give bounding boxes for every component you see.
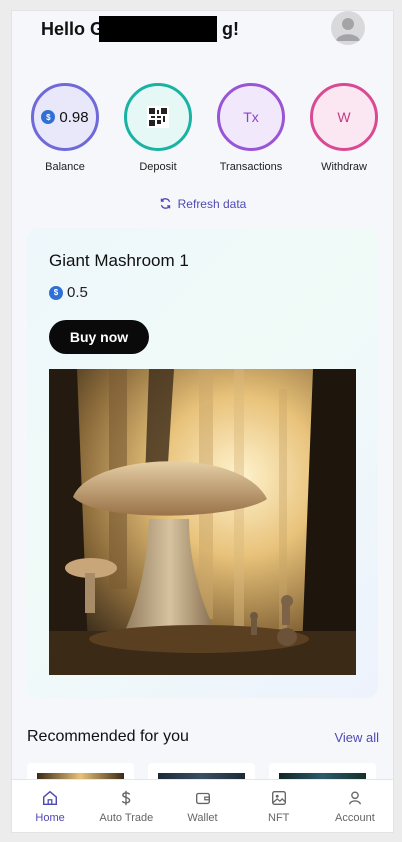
featured-nft-card: Giant Mashroom 1 $ 0.5 Buy now bbox=[27, 228, 378, 698]
deposit-action[interactable]: Deposit bbox=[120, 83, 196, 173]
transactions-action[interactable]: Tx Transactions bbox=[213, 83, 289, 173]
balance-action[interactable]: $ 0.98 Balance bbox=[27, 83, 103, 173]
withdraw-icon-text: W bbox=[337, 109, 351, 125]
balance-value: 0.98 bbox=[59, 108, 89, 126]
dollar-icon bbox=[122, 790, 131, 806]
redacted-name bbox=[99, 16, 217, 42]
view-all-link[interactable]: View all bbox=[334, 730, 379, 745]
quick-actions: $ 0.98 Balance Deposit Tx Transactions W… bbox=[27, 83, 387, 183]
home-icon bbox=[43, 790, 58, 806]
balance-label: Balance bbox=[45, 161, 85, 173]
buy-now-button[interactable]: Buy now bbox=[49, 320, 149, 354]
app-screen: Hello G g! $ 0.98 Balance Deposit Tx Tran… bbox=[11, 10, 394, 833]
tab-home[interactable]: Home bbox=[12, 780, 88, 832]
user-avatar-icon bbox=[336, 18, 360, 41]
tab-wallet-label: Wallet bbox=[187, 812, 218, 824]
deposit-label: Deposit bbox=[139, 161, 177, 173]
nft-image[interactable] bbox=[49, 369, 356, 675]
recommended-title: Recommended for you bbox=[27, 728, 189, 745]
bottom-tab-bar: Home Auto Trade Wallet NFT Account bbox=[12, 779, 393, 832]
coin-icon: $ bbox=[49, 285, 63, 300]
coin-icon: $ bbox=[41, 110, 56, 124]
greeting-end: g! bbox=[222, 19, 240, 39]
tab-home-label: Home bbox=[35, 812, 65, 824]
refresh-label: Refresh data bbox=[177, 197, 247, 211]
greeting-start: Hello G bbox=[41, 19, 105, 39]
balance-ring: $ 0.98 bbox=[31, 83, 99, 151]
mushroom-forest-image bbox=[49, 369, 356, 675]
nft-title: Giant Mashroom 1 bbox=[49, 251, 189, 270]
nft-price: $ 0.5 bbox=[49, 284, 88, 301]
tab-nft-label: NFT bbox=[268, 812, 290, 824]
tab-auto-trade-label: Auto Trade bbox=[99, 812, 154, 824]
tab-account-label: Account bbox=[335, 812, 375, 824]
refresh-data-link[interactable]: Refresh data bbox=[12, 197, 393, 211]
withdraw-label: Withdraw bbox=[321, 161, 367, 173]
transactions-label: Transactions bbox=[219, 161, 283, 173]
tab-account[interactable]: Account bbox=[317, 780, 393, 832]
nft-price-value: 0.5 bbox=[67, 284, 88, 301]
image-icon bbox=[271, 791, 286, 805]
user-icon bbox=[348, 791, 361, 805]
qr-code-icon bbox=[147, 106, 169, 128]
withdraw-action[interactable]: W Withdraw bbox=[306, 83, 382, 173]
tab-nft[interactable]: NFT bbox=[241, 780, 317, 832]
tab-wallet[interactable]: Wallet bbox=[164, 780, 240, 832]
withdraw-ring: W bbox=[310, 83, 378, 151]
wallet-icon bbox=[195, 792, 210, 805]
deposit-ring bbox=[124, 83, 192, 151]
refresh-icon bbox=[159, 197, 172, 211]
transactions-ring: Tx bbox=[217, 83, 285, 151]
avatar[interactable] bbox=[331, 11, 365, 45]
tab-auto-trade[interactable]: Auto Trade bbox=[88, 780, 164, 832]
transactions-icon-text: Tx bbox=[243, 109, 259, 125]
